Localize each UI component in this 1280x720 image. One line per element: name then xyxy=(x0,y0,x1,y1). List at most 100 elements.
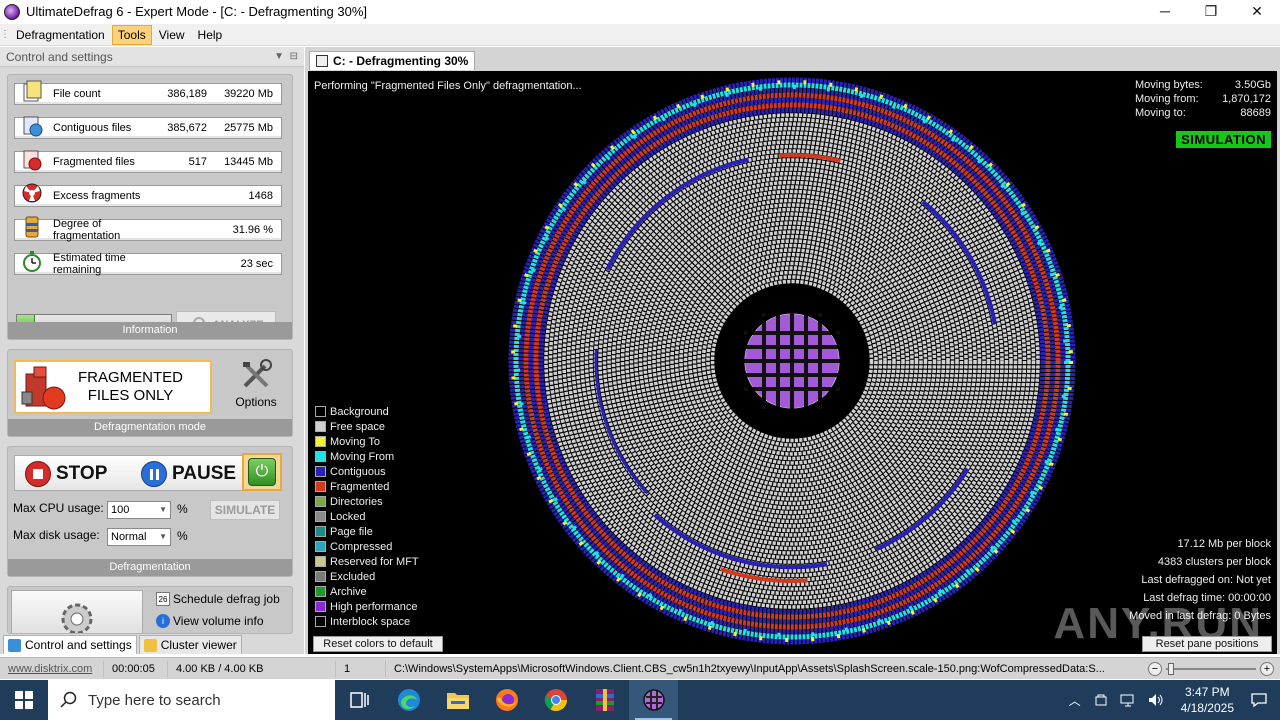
zoom-thumb[interactable] xyxy=(1168,663,1174,675)
maximize-button[interactable]: ❐ xyxy=(1188,0,1234,23)
disk-usage-value: Normal xyxy=(111,531,147,543)
legend-swatch[interactable] xyxy=(315,451,326,462)
legend-item[interactable]: Reserved for MFT xyxy=(315,554,419,569)
legend-swatch[interactable] xyxy=(315,511,326,522)
info-icon: i xyxy=(156,614,170,628)
tab-control-and-settings[interactable]: Control and settings xyxy=(3,635,137,654)
pane-dropdown-icon[interactable]: ▼ ⊟ xyxy=(274,51,298,62)
stopwatch-icon xyxy=(23,251,41,272)
tools-group: 26 Schedule defrag job i View volume inf… xyxy=(7,586,293,634)
minimize-button[interactable]: ─ xyxy=(1142,0,1188,23)
stat-estimated-time: Estimated time remaining 23 sec xyxy=(14,251,282,276)
current-file-path: C:\Windows\SystemApps\MicrosoftWindows.C… xyxy=(394,662,1105,675)
settings-panel[interactable] xyxy=(11,590,143,633)
website-link[interactable]: www.disktrix.com xyxy=(0,660,104,677)
windows-logo-icon xyxy=(15,691,33,709)
pane-header: Control and settings ▼ ⊟ xyxy=(0,47,304,67)
info-label: Moving to: xyxy=(1135,107,1186,119)
legend-swatch[interactable] xyxy=(315,571,326,582)
view-volume-info-link[interactable]: i View volume info xyxy=(156,614,264,628)
cpu-usage-label: Max CPU usage: xyxy=(13,501,104,515)
legend-item[interactable]: Fragmented xyxy=(315,479,419,494)
legend-swatch[interactable] xyxy=(315,496,326,507)
firefox-icon[interactable] xyxy=(482,680,531,720)
legend-item[interactable]: Moving To xyxy=(315,434,419,449)
cpu-percent: % xyxy=(177,502,188,516)
simulate-button[interactable]: SIMULATE xyxy=(210,500,280,520)
close-button[interactable]: ✕ xyxy=(1234,0,1280,23)
zoom-track[interactable] xyxy=(1166,663,1256,675)
legend-label: Moving From xyxy=(330,450,395,463)
block-stat: 17.12 Mb per block xyxy=(1177,538,1271,550)
window-title: UltimateDefrag 6 - Expert Mode - [C: - D… xyxy=(26,4,368,19)
schedule-defrag-link[interactable]: 26 Schedule defrag job xyxy=(156,592,280,606)
zoom-slider[interactable]: − + xyxy=(1148,661,1274,677)
notification-icon[interactable] xyxy=(1250,691,1268,709)
legend-swatch[interactable] xyxy=(315,586,326,597)
chevron-up-icon[interactable]: ︿ xyxy=(1069,692,1081,709)
clock[interactable]: 3:47 PM 4/18/2025 xyxy=(1181,684,1234,716)
cluster-view-pane: C: - Defragmenting 30% Performing "Fragm… xyxy=(305,47,1280,654)
ultimatedefrag-taskbar-icon[interactable] xyxy=(629,680,678,720)
options-button[interactable]: Options xyxy=(228,358,284,409)
legend-swatch[interactable] xyxy=(315,526,326,537)
legend-swatch[interactable] xyxy=(315,556,326,567)
legend-label: Locked xyxy=(330,510,366,523)
stat-degree-of-fragmentation: Degree of fragmentation 31.96 % xyxy=(14,216,282,242)
fragmented-mode-icon xyxy=(21,366,66,410)
volume-icon[interactable] xyxy=(1147,692,1165,708)
menu-help[interactable]: Help xyxy=(192,25,229,45)
operation-status: Performing "Fragmented Files Only" defra… xyxy=(314,80,582,92)
legend-item[interactable]: Background xyxy=(315,404,419,419)
task-view-icon[interactable] xyxy=(335,680,384,720)
edge-icon[interactable] xyxy=(384,680,433,720)
network-icon[interactable] xyxy=(1119,692,1137,708)
legend-item[interactable]: Excluded xyxy=(315,569,419,584)
disk-usage-label: Max disk usage: xyxy=(13,528,100,542)
taskbar-search-box[interactable]: Type here to search xyxy=(48,680,335,720)
legend-swatch[interactable] xyxy=(315,406,326,417)
document-tab[interactable]: C: - Defragmenting 30% xyxy=(309,51,476,70)
cpu-usage-select[interactable]: 100 ▼ xyxy=(107,501,171,519)
stop-icon xyxy=(25,461,51,487)
chrome-icon[interactable] xyxy=(531,680,580,720)
pause-button[interactable]: PAUSE xyxy=(141,456,236,492)
legend-swatch[interactable] xyxy=(315,466,326,477)
menu-defragmentation[interactable]: Defragmentation xyxy=(10,25,111,45)
legend-item[interactable]: High performance xyxy=(315,599,419,614)
legend-item[interactable]: Interblock space xyxy=(315,614,419,629)
fragmented-files-only-button[interactable]: FRAGMENTED FILES ONLY xyxy=(14,360,212,414)
legend-swatch[interactable] xyxy=(315,481,326,492)
legend-swatch[interactable] xyxy=(315,421,326,432)
legend-swatch[interactable] xyxy=(315,601,326,612)
cluster-tab-icon xyxy=(143,638,157,652)
search-icon xyxy=(60,691,77,708)
disk-usage-select[interactable]: Normal ▼ xyxy=(107,528,171,546)
start-button[interactable] xyxy=(0,680,48,720)
tab-cluster-viewer[interactable]: Cluster viewer xyxy=(138,635,242,654)
taskbar: Type here to search ︿ 3:47 PM 4/18/2025 xyxy=(0,680,1280,720)
legend-swatch[interactable] xyxy=(315,436,326,447)
options-label: Options xyxy=(235,395,277,409)
menu-tools[interactable]: Tools xyxy=(111,24,152,45)
security-icon[interactable] xyxy=(1093,692,1109,708)
legend-item[interactable]: Locked xyxy=(315,509,419,524)
legend-item[interactable]: Moving From xyxy=(315,449,419,464)
zoom-out-icon[interactable]: − xyxy=(1148,662,1162,676)
legend-swatch[interactable] xyxy=(315,541,326,552)
winrar-icon[interactable] xyxy=(580,680,629,720)
legend-swatch[interactable] xyxy=(315,616,326,627)
legend-item[interactable]: Directories xyxy=(315,494,419,509)
legend-item[interactable]: Page file xyxy=(315,524,419,539)
zoom-in-icon[interactable]: + xyxy=(1260,662,1274,676)
legend-item[interactable]: Archive xyxy=(315,584,419,599)
reset-pane-positions-button[interactable]: Reset pane positions xyxy=(1142,636,1272,652)
power-button[interactable]: ⏻ xyxy=(242,453,282,491)
legend-item[interactable]: Compressed xyxy=(315,539,419,554)
legend-item[interactable]: Free space xyxy=(315,419,419,434)
reset-colors-button[interactable]: Reset colors to default xyxy=(313,636,443,652)
file-explorer-icon[interactable] xyxy=(433,680,482,720)
menu-view[interactable]: View xyxy=(153,25,191,45)
stop-button[interactable]: STOP xyxy=(25,456,107,492)
legend-item[interactable]: Contiguous xyxy=(315,464,419,479)
